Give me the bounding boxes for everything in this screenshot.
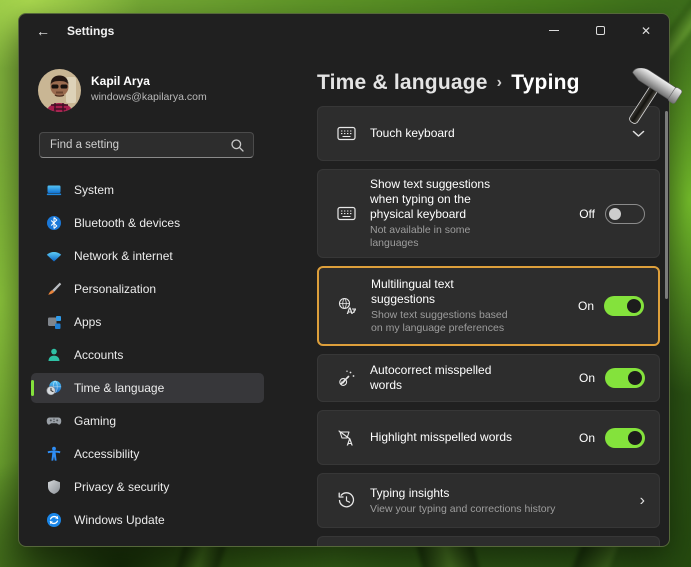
card-title: Multilingual text suggestions xyxy=(371,277,516,307)
sidebar-nav: System Bluetooth & devices Network & int… xyxy=(31,175,264,535)
settings-window: ← Settings ✕ Kapil Arya windows@kapilary… xyxy=(18,13,670,547)
sidebar-item-accessibility[interactable]: Accessibility xyxy=(31,439,264,469)
touch-keyboard-icon xyxy=(335,126,357,141)
hw-text-suggestions-toggle[interactable] xyxy=(605,204,645,224)
chevron-down-icon[interactable] xyxy=(632,130,645,138)
sidebar-item-time-language[interactable]: Time & language xyxy=(31,373,264,403)
system-icon xyxy=(46,182,62,198)
card-autocorrect: Autocorrect misspelled words On xyxy=(317,354,660,402)
toggle-knob xyxy=(627,299,641,313)
gaming-icon xyxy=(46,413,62,429)
minimize-icon xyxy=(549,30,559,31)
search-box xyxy=(39,132,254,158)
typing-insights-icon xyxy=(335,491,357,510)
toggle-knob xyxy=(628,431,642,445)
close-button[interactable]: ✕ xyxy=(623,14,669,47)
card-title: Autocorrect misspelled words xyxy=(370,363,515,393)
toggle-state-label: On xyxy=(579,431,595,445)
sidebar-item-label: Network & internet xyxy=(74,249,173,263)
back-icon: ← xyxy=(36,23,50,39)
sidebar-item-system[interactable]: System xyxy=(31,175,264,205)
close-icon: ✕ xyxy=(641,24,651,38)
card-subtitle: Not available in some languages xyxy=(370,224,515,250)
windows-update-icon xyxy=(46,512,62,528)
sidebar-item-accounts[interactable]: Accounts xyxy=(31,340,264,370)
highlight-misspelled-icon: A xyxy=(335,429,357,447)
multilingual-suggestions-toggle[interactable] xyxy=(604,296,644,316)
svg-text:A: A xyxy=(347,437,354,447)
sidebar-item-windows-update[interactable]: Windows Update xyxy=(31,505,264,535)
minimize-button[interactable] xyxy=(531,14,577,47)
chevron-right-icon: › xyxy=(640,493,645,509)
toggle-knob xyxy=(628,371,642,385)
breadcrumb: Time & language › Typing xyxy=(317,71,580,95)
breadcrumb-separator-icon: › xyxy=(497,74,503,91)
accessibility-icon xyxy=(46,446,62,462)
accounts-icon xyxy=(46,347,62,363)
sidebar-item-label: Apps xyxy=(74,315,101,329)
card-title: Touch keyboard xyxy=(370,126,632,141)
card-hw-text-suggestions: Show text suggestions when typing on the… xyxy=(317,169,660,258)
autocorrect-toggle[interactable] xyxy=(605,368,645,388)
search-input[interactable] xyxy=(40,133,253,157)
toggle-knob xyxy=(609,208,621,220)
sidebar-item-personalization[interactable]: Personalization xyxy=(31,274,264,304)
toggle-state-label: On xyxy=(579,371,595,385)
breadcrumb-parent[interactable]: Time & language xyxy=(317,71,488,94)
card-title: Highlight misspelled words xyxy=(370,430,579,445)
maximize-button[interactable] xyxy=(577,14,623,47)
avatar[interactable] xyxy=(38,69,81,112)
scrollbar[interactable] xyxy=(665,111,668,299)
sidebar-item-label: Gaming xyxy=(74,414,116,428)
card-subtitle: Show text suggestions based on my langua… xyxy=(371,309,516,335)
page-title: Typing xyxy=(511,71,579,94)
privacy-icon xyxy=(46,479,62,495)
autocorrect-icon xyxy=(335,369,357,387)
sidebar-item-label: Time & language xyxy=(74,381,164,395)
profile-name: Kapil Arya xyxy=(91,74,150,88)
profile-email: windows@kapilarya.com xyxy=(91,91,207,103)
sidebar-item-label: Personalization xyxy=(74,282,156,296)
card-multilingual-suggestions: A Multilingual text suggestions Show tex… xyxy=(317,266,660,346)
personalization-icon xyxy=(46,281,62,297)
multilingual-icon: A xyxy=(336,297,358,315)
titlebar: ← Settings ✕ xyxy=(19,14,669,48)
toggle-state-label: On xyxy=(578,299,594,313)
highlight-misspelled-toggle[interactable] xyxy=(605,428,645,448)
sidebar-item-label: Bluetooth & devices xyxy=(74,216,180,230)
bluetooth-icon xyxy=(46,215,62,231)
apps-icon xyxy=(46,314,62,330)
network-icon xyxy=(46,248,62,264)
card-typing-insights[interactable]: Typing insights View your typing and cor… xyxy=(317,473,660,528)
sidebar-item-bluetooth-devices[interactable]: Bluetooth & devices xyxy=(31,208,264,238)
sidebar-item-label: System xyxy=(74,183,114,197)
physical-keyboard-icon xyxy=(335,206,357,221)
sidebar-item-gaming[interactable]: Gaming xyxy=(31,406,264,436)
app-title: Settings xyxy=(67,14,114,48)
search-icon xyxy=(230,138,245,153)
card-subtitle: View your typing and corrections history xyxy=(370,503,640,516)
card-title: Typing insights xyxy=(370,486,640,501)
card-highlight-misspelled: A Highlight misspelled words On xyxy=(317,410,660,465)
maximize-icon xyxy=(596,26,605,35)
card-touch-keyboard[interactable]: Touch keyboard xyxy=(317,106,660,161)
time-language-icon xyxy=(46,380,62,396)
svg-text:A: A xyxy=(347,306,354,315)
back-button[interactable]: ← xyxy=(29,18,57,44)
toggle-state-label: Off xyxy=(579,207,595,221)
sidebar-item-privacy-security[interactable]: Privacy & security xyxy=(31,472,264,502)
sidebar-item-label: Accessibility xyxy=(74,447,139,461)
settings-list: Touch keyboard Show text suggestions whe… xyxy=(317,106,660,547)
sidebar-item-label: Privacy & security xyxy=(74,480,169,494)
card-partial xyxy=(317,536,660,547)
sidebar-item-apps[interactable]: Apps xyxy=(31,307,264,337)
avatar-image xyxy=(38,69,81,112)
sidebar-item-network-internet[interactable]: Network & internet xyxy=(31,241,264,271)
sidebar-item-label: Windows Update xyxy=(74,513,165,527)
sidebar-item-label: Accounts xyxy=(74,348,123,362)
card-title: Show text suggestions when typing on the… xyxy=(370,177,515,222)
